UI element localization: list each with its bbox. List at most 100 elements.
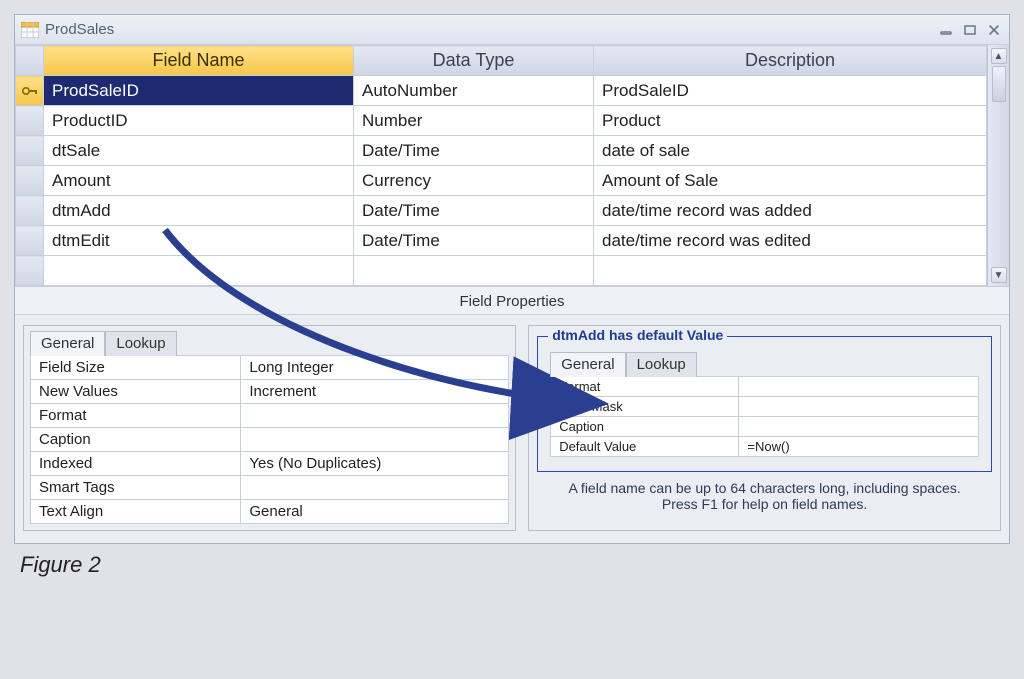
property-row[interactable]: Format [31, 404, 509, 428]
field-row-blank[interactable] [16, 256, 987, 286]
field-name-cell[interactable]: dtmEdit [44, 226, 354, 256]
data-type-cell[interactable]: AutoNumber [354, 76, 594, 106]
property-label: Input Mask [551, 397, 739, 417]
property-label: Text Align [31, 500, 241, 524]
row-selector[interactable] [16, 196, 44, 226]
field-name-cell[interactable]: ProductID [44, 106, 354, 136]
data-type-cell[interactable] [354, 256, 594, 286]
property-value[interactable] [241, 476, 509, 500]
property-label: New Values [31, 380, 241, 404]
description-cell[interactable] [594, 256, 987, 286]
property-row[interactable]: Field SizeLong Integer [31, 356, 509, 380]
property-label: Format [551, 377, 739, 397]
property-value[interactable] [739, 397, 979, 417]
field-grid-wrap: Field Name Data Type Description ProdSal… [15, 45, 1009, 286]
design-view-window: ProdSales Field Name Data Type Descripti… [14, 14, 1010, 544]
row-selector[interactable] [16, 76, 44, 106]
property-row[interactable]: Format [551, 377, 979, 397]
scroll-thumb[interactable] [992, 66, 1006, 102]
field-name-cell[interactable]: ProdSaleID [44, 76, 354, 106]
field-name-cell[interactable] [44, 256, 354, 286]
property-row[interactable]: IndexedYes (No Duplicates) [31, 452, 509, 476]
property-value[interactable] [241, 428, 509, 452]
property-value[interactable] [739, 377, 979, 397]
property-label: Format [31, 404, 241, 428]
tab-general-right[interactable]: General [550, 352, 625, 377]
properties-panel-right: dtmAdd has default Value General Lookup … [528, 325, 1001, 531]
description-cell[interactable]: date/time record was added [594, 196, 987, 226]
help-text: A field name can be up to 64 characters … [537, 472, 992, 512]
property-row[interactable]: Caption [31, 428, 509, 452]
corner-cell[interactable] [16, 46, 44, 76]
field-row[interactable]: ProductIDNumberProduct [16, 106, 987, 136]
data-type-cell[interactable]: Date/Time [354, 196, 594, 226]
property-row[interactable]: Input Mask [551, 397, 979, 417]
scroll-down-icon[interactable]: ▼ [991, 267, 1007, 283]
maximize-button[interactable] [961, 22, 979, 38]
property-value[interactable] [739, 417, 979, 437]
property-value[interactable]: Long Integer [241, 356, 509, 380]
data-type-cell[interactable]: Currency [354, 166, 594, 196]
tab-lookup-right[interactable]: Lookup [626, 352, 697, 377]
vertical-scrollbar[interactable]: ▲ ▼ [987, 45, 1009, 286]
field-row[interactable]: dtmEditDate/Timedate/time record was edi… [16, 226, 987, 256]
titlebar: ProdSales [15, 15, 1009, 45]
row-selector[interactable] [16, 256, 44, 286]
description-cell[interactable]: ProdSaleID [594, 76, 987, 106]
property-value[interactable]: Yes (No Duplicates) [241, 452, 509, 476]
field-name-cell[interactable]: dtmAdd [44, 196, 354, 226]
description-cell[interactable]: date of sale [594, 136, 987, 166]
row-selector[interactable] [16, 106, 44, 136]
property-value[interactable]: General [241, 500, 509, 524]
field-name-cell[interactable]: Amount [44, 166, 354, 196]
property-row[interactable]: New ValuesIncrement [31, 380, 509, 404]
property-label: Caption [31, 428, 241, 452]
property-value[interactable]: Increment [241, 380, 509, 404]
description-cell[interactable]: Amount of Sale [594, 166, 987, 196]
col-field-name[interactable]: Field Name [44, 46, 354, 76]
field-properties-header: Field Properties [15, 286, 1009, 315]
property-value[interactable]: =Now() [739, 437, 979, 457]
tab-general[interactable]: General [30, 331, 105, 356]
description-cell[interactable]: Product [594, 106, 987, 136]
right-property-table[interactable]: FormatInput MaskCaptionDefault Value=Now… [550, 376, 979, 457]
data-type-cell[interactable]: Number [354, 106, 594, 136]
callout-box: dtmAdd has default Value General Lookup … [537, 336, 992, 472]
field-row[interactable]: dtSaleDate/Timedate of sale [16, 136, 987, 166]
field-grid-header: Field Name Data Type Description [16, 46, 987, 76]
field-row[interactable]: dtmAddDate/Timedate/time record was adde… [16, 196, 987, 226]
property-row[interactable]: Smart Tags [31, 476, 509, 500]
property-row[interactable]: Text AlignGeneral [31, 500, 509, 524]
minimize-button[interactable] [937, 22, 955, 38]
col-description[interactable]: Description [594, 46, 987, 76]
field-name-cell[interactable]: dtSale [44, 136, 354, 166]
tab-lookup[interactable]: Lookup [105, 331, 176, 356]
col-data-type[interactable]: Data Type [354, 46, 594, 76]
property-label: Smart Tags [31, 476, 241, 500]
field-properties-area: General Lookup Field SizeLong IntegerNew… [15, 315, 1009, 543]
description-cell[interactable]: date/time record was edited [594, 226, 987, 256]
data-type-cell[interactable]: Date/Time [354, 226, 594, 256]
field-grid[interactable]: Field Name Data Type Description ProdSal… [15, 45, 987, 286]
row-selector[interactable] [16, 166, 44, 196]
window-controls [937, 22, 1003, 38]
scroll-up-icon[interactable]: ▲ [991, 48, 1007, 64]
data-type-cell[interactable]: Date/Time [354, 136, 594, 166]
close-button[interactable] [985, 22, 1003, 38]
property-label: Caption [551, 417, 739, 437]
right-tabs: General Lookup [544, 341, 985, 376]
property-label: Indexed [31, 452, 241, 476]
property-label: Field Size [31, 356, 241, 380]
property-value[interactable] [241, 404, 509, 428]
table-icon [21, 22, 39, 38]
figure-label: Figure 2 [14, 544, 1010, 578]
field-row[interactable]: AmountCurrencyAmount of Sale [16, 166, 987, 196]
field-row[interactable]: ProdSaleIDAutoNumberProdSaleID [16, 76, 987, 106]
row-selector[interactable] [16, 136, 44, 166]
property-row[interactable]: Caption [551, 417, 979, 437]
properties-panel-left: General Lookup Field SizeLong IntegerNew… [23, 325, 516, 531]
property-row[interactable]: Default Value=Now() [551, 437, 979, 457]
left-property-table[interactable]: Field SizeLong IntegerNew ValuesIncremen… [30, 355, 509, 524]
primary-key-icon [16, 83, 43, 99]
row-selector[interactable] [16, 226, 44, 256]
